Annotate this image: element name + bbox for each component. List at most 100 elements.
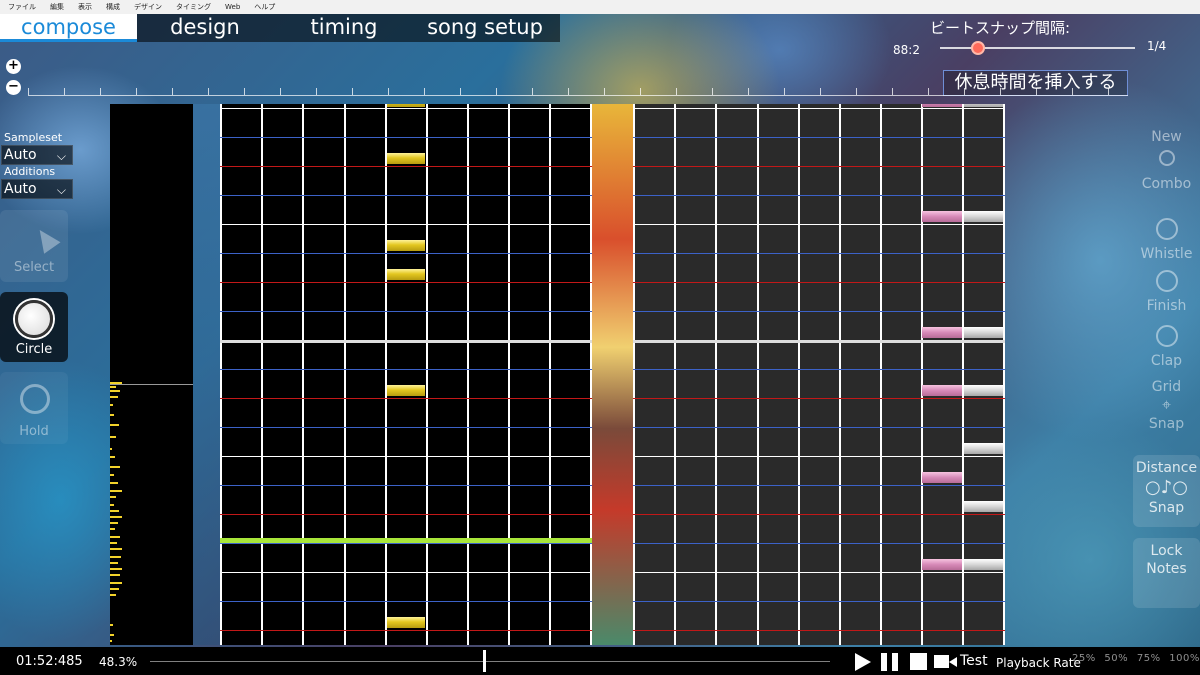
- timeline-tick: [604, 88, 605, 95]
- density-bar: [110, 594, 116, 596]
- beat-line: [220, 137, 592, 138]
- lane-divider: [467, 104, 469, 645]
- playback-rate-options: 25% 50% 75% 100%: [1072, 653, 1200, 664]
- timeline-tick: [640, 88, 641, 95]
- note: [922, 559, 962, 570]
- grid-snap-label-1: Grid: [1151, 379, 1182, 395]
- clap-toggle[interactable]: Clap: [1133, 325, 1200, 370]
- test-button[interactable]: Test: [960, 653, 988, 669]
- whistle-toggle[interactable]: Whistle: [1133, 218, 1200, 263]
- tab-timing[interactable]: timing: [273, 14, 415, 42]
- sampleset-label: Sampleset: [4, 131, 63, 144]
- lane-divider: [261, 104, 263, 645]
- lock-notes-toggle[interactable]: Lock Notes: [1133, 538, 1200, 608]
- top-timeline[interactable]: [28, 95, 1128, 96]
- density-bar: [110, 510, 119, 512]
- sampleset-dropdown[interactable]: Auto ⌵: [1, 145, 73, 165]
- menu-item-design[interactable]: デザイン: [134, 0, 162, 14]
- density-bar: [110, 436, 116, 438]
- pause-icon[interactable]: [881, 653, 887, 671]
- beat-line: [220, 427, 592, 428]
- distance-snap-icon: ○♪○: [1145, 477, 1188, 498]
- rate-option-100[interactable]: 100%: [1169, 653, 1200, 664]
- timeline-tick: [352, 88, 353, 95]
- density-bar: [110, 496, 116, 498]
- select-tool-button[interactable]: Select: [0, 210, 68, 282]
- density-bar: [110, 504, 114, 506]
- song-timeline-position[interactable]: [483, 650, 486, 672]
- density-bar: [110, 396, 118, 398]
- beat-line: [220, 166, 592, 167]
- menu-item-edit[interactable]: 編集: [50, 0, 64, 14]
- timeline-tick: [100, 88, 101, 95]
- beat-line: [633, 108, 1005, 109]
- sampleset-value: Auto: [4, 147, 37, 163]
- beat-line: [220, 369, 592, 370]
- beat-line: [633, 543, 1005, 544]
- artwork-divider: [592, 104, 633, 645]
- hold-tool-label: Hold: [19, 424, 49, 439]
- camera-lens-icon: [949, 657, 957, 667]
- rate-option-25[interactable]: 25%: [1072, 653, 1096, 664]
- menu-item-timing[interactable]: タイミング: [176, 0, 211, 14]
- menu-item-file[interactable]: ファイル: [8, 0, 36, 14]
- density-bar: [110, 516, 122, 518]
- cursor-icon: [31, 224, 61, 254]
- beat-line: [220, 311, 592, 312]
- beat-snap-slider-track[interactable]: [940, 47, 1135, 49]
- density-bar: [110, 568, 122, 570]
- chevron-down-icon: ⌵: [56, 149, 66, 163]
- beat-snap-slider-knob[interactable]: [971, 41, 985, 55]
- note: [964, 443, 1003, 454]
- menu-item-compose[interactable]: 構成: [106, 0, 120, 14]
- timeline-tick: [1036, 88, 1037, 95]
- tab-song-setup[interactable]: song setup: [415, 14, 555, 42]
- timeline-tick: [928, 88, 929, 95]
- grid-snap-toggle[interactable]: Grid ⌖ Snap: [1133, 378, 1200, 433]
- preview-grid[interactable]: [633, 104, 1005, 645]
- timeline-tick: [892, 88, 893, 95]
- beat-line: [633, 601, 1005, 602]
- circle-tool-button[interactable]: Circle: [0, 292, 68, 362]
- lane-divider: [798, 104, 800, 645]
- distance-snap-toggle[interactable]: Distance ○♪○ Snap: [1133, 455, 1200, 527]
- menu-item-view[interactable]: 表示: [78, 0, 92, 14]
- beat-snap-right-value: 1/4: [1147, 39, 1167, 53]
- zoom-in-button[interactable]: +: [6, 59, 21, 74]
- note: [387, 104, 425, 107]
- density-bar: [110, 482, 118, 484]
- lane-divider: [757, 104, 759, 645]
- camera-icon[interactable]: [934, 655, 949, 668]
- tab-design[interactable]: design: [137, 14, 273, 42]
- new-combo-toggle[interactable]: New Combo: [1133, 128, 1200, 193]
- current-time: 01:52:485: [16, 654, 83, 669]
- beat-line: [633, 427, 1005, 428]
- finish-toggle[interactable]: Finish: [1133, 270, 1200, 315]
- timeline-tick: [532, 88, 533, 95]
- hold-note-icon: [20, 384, 50, 414]
- density-bar: [110, 474, 114, 476]
- circle-tool-label: Circle: [15, 342, 53, 357]
- hold-tool-button[interactable]: Hold: [0, 372, 68, 444]
- lock-notes-label-2: Notes: [1146, 561, 1187, 577]
- additions-dropdown[interactable]: Auto ⌵: [1, 179, 73, 199]
- rate-option-50[interactable]: 50%: [1104, 653, 1128, 664]
- stop-icon[interactable]: [910, 653, 927, 670]
- zoom-out-button[interactable]: −: [6, 80, 21, 95]
- density-current-position: [110, 384, 193, 385]
- lane-divider: [508, 104, 510, 645]
- editor-grid[interactable]: [220, 104, 592, 645]
- beat-line: [220, 456, 592, 457]
- lane-divider: [839, 104, 841, 645]
- timeline-tick: [244, 88, 245, 95]
- grid-snap-label-2: Snap: [1148, 416, 1185, 432]
- menu-item-help[interactable]: ヘルプ: [254, 0, 275, 14]
- menu-item-web[interactable]: Web: [225, 0, 240, 14]
- lock-notes-label-1: Lock: [1150, 543, 1183, 559]
- song-timeline[interactable]: [150, 661, 830, 662]
- play-icon[interactable]: [855, 653, 871, 671]
- note-density-preview[interactable]: [110, 104, 193, 645]
- rate-option-75[interactable]: 75%: [1137, 653, 1161, 664]
- tab-compose[interactable]: compose: [0, 14, 137, 42]
- whistle-label: Whistle: [1140, 246, 1193, 262]
